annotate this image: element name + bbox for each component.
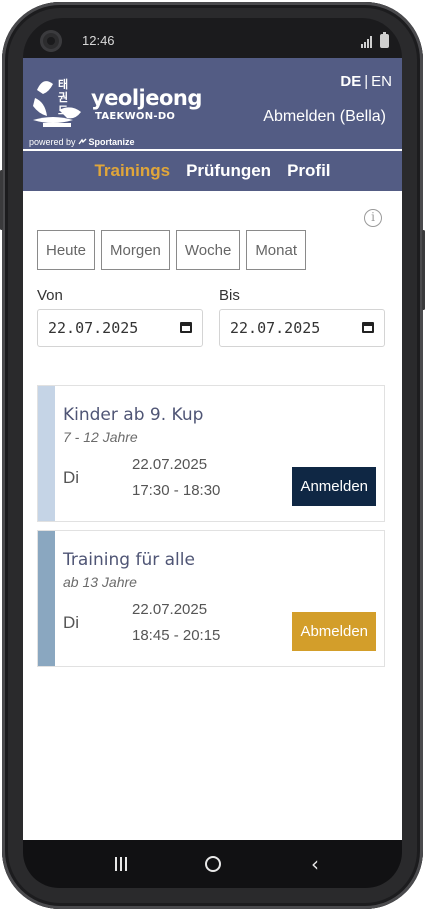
training-card: Training für alle ab 13 Jahre Di 22.07.2… (37, 530, 385, 667)
training-date: 22.07.2025 (132, 456, 208, 473)
to-label: Bis (219, 287, 240, 304)
from-date-input[interactable]: 22.07.2025 (37, 309, 203, 347)
lang-en[interactable]: EN (371, 73, 392, 90)
status-icons (361, 32, 389, 48)
lang-de[interactable]: DE (340, 73, 361, 90)
brand-subtitle: TAEKWON-DO (95, 111, 176, 122)
status-time: 12:46 (82, 33, 115, 48)
calendar-icon[interactable] (362, 322, 374, 333)
training-day: Di (63, 613, 80, 632)
brand-name: yeoljeong (91, 86, 202, 110)
unregister-button[interactable]: Abmelden (292, 612, 376, 651)
training-age: ab 13 Jahre (63, 574, 137, 590)
powered-by: powered by Sportanize (29, 137, 135, 147)
calendar-icon[interactable] (180, 322, 192, 333)
main-nav: Trainings Prüfungen Profil (23, 151, 402, 191)
recent-apps-icon[interactable] (115, 857, 127, 871)
range-today-button[interactable]: Heute (37, 230, 96, 270)
register-button[interactable]: Anmelden (292, 467, 376, 506)
tab-pruefungen[interactable]: Prüfungen (186, 161, 271, 181)
training-time: 17:30 - 18:30 (132, 482, 221, 499)
signal-icon (361, 36, 372, 48)
svg-text:도: 도 (58, 104, 68, 117)
training-age: 7 - 12 Jahre (63, 429, 138, 445)
app-header: 태 권 도 yeoljeong TAEKWON-DO powered by Sp… (23, 58, 402, 191)
from-label: Von (37, 287, 63, 304)
svg-text:태: 태 (58, 77, 68, 91)
volume-button (0, 170, 3, 230)
tab-profil[interactable]: Profil (287, 161, 330, 181)
status-bar (23, 18, 402, 58)
training-day: Di (63, 468, 80, 487)
training-title: Kinder ab 9. Kup (63, 405, 204, 425)
range-tomorrow-button[interactable]: Morgen (101, 230, 170, 270)
language-switcher: DE | EN (340, 73, 392, 90)
range-month-button[interactable]: Monat (246, 230, 307, 270)
camera-icon (40, 30, 62, 52)
range-week-button[interactable]: Woche (175, 230, 241, 270)
training-title: Training für alle (63, 550, 195, 570)
back-icon[interactable]: ‹ (311, 854, 319, 874)
card-accent-bar (38, 531, 55, 666)
info-icon[interactable]: i (364, 209, 382, 227)
sportanize-icon (77, 138, 87, 144)
range-buttons: Heute Morgen Woche Monat (37, 230, 307, 270)
system-nav-bar: ‹ (23, 840, 402, 888)
training-time: 18:45 - 20:15 (132, 627, 221, 644)
svg-text:권: 권 (58, 91, 68, 104)
tab-trainings[interactable]: Trainings (94, 161, 170, 181)
club-logo[interactable]: 태 권 도 yeoljeong TAEKWON-DO (29, 68, 202, 148)
to-date-input[interactable]: 22.07.2025 (219, 309, 385, 347)
app-screen: 태 권 도 yeoljeong TAEKWON-DO powered by Sp… (23, 58, 402, 840)
card-accent-bar (38, 386, 55, 521)
training-card: Kinder ab 9. Kup 7 - 12 Jahre Di 22.07.2… (37, 385, 385, 522)
training-date: 22.07.2025 (132, 601, 208, 618)
logout-link[interactable]: Abmelden (Bella) (263, 108, 386, 126)
taekwondo-logo-icon: 태 권 도 (33, 77, 81, 127)
home-icon[interactable] (205, 856, 221, 872)
battery-icon (380, 32, 389, 48)
